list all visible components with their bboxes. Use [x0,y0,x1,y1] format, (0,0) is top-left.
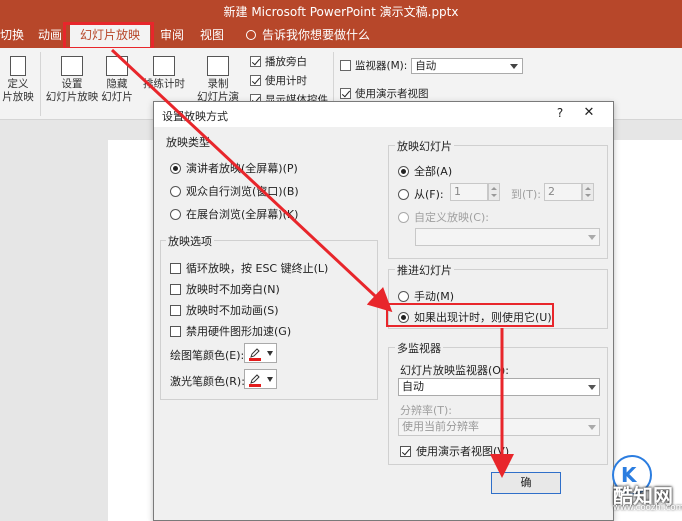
watermark-url: www.coozhi.com [613,503,682,513]
annotation-arrows [110,48,514,478]
arrow-tab-to-radio [110,48,393,313]
